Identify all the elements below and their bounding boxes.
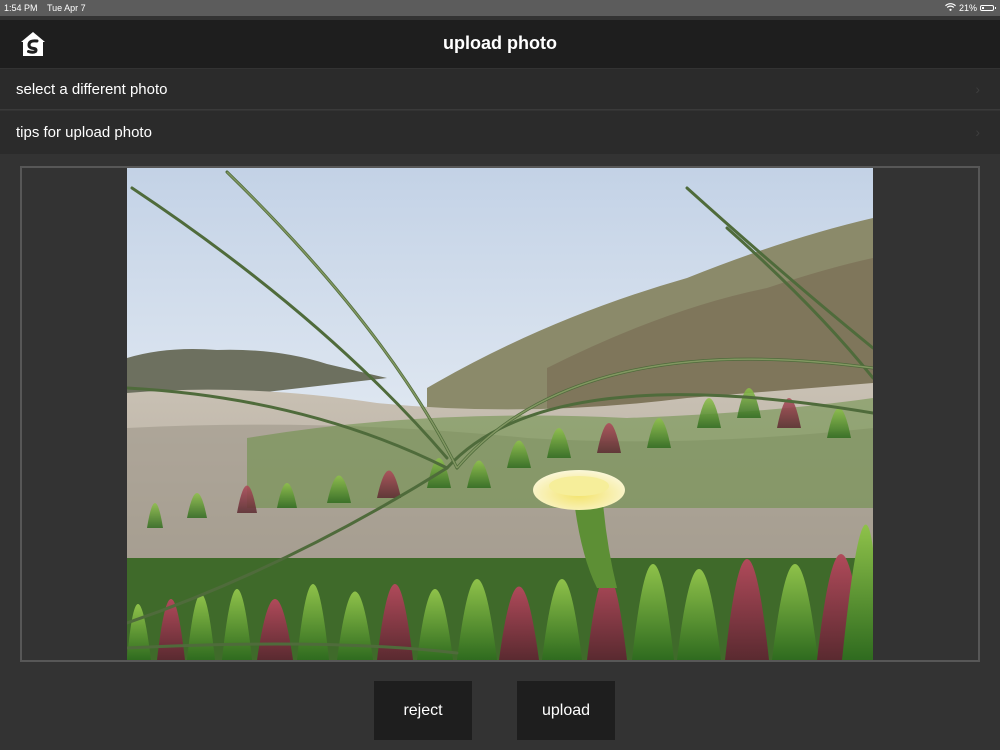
photo-preview	[127, 168, 873, 660]
battery-percent: 21%	[958, 3, 977, 13]
reject-button[interactable]: reject	[374, 681, 472, 740]
upload-photo-screen: 1:54 PM Tue Apr 7 21% upload photo selec…	[0, 0, 1000, 750]
chevron-right-icon: ›	[975, 124, 980, 140]
wifi-icon	[945, 0, 956, 16]
nav-bar: upload photo	[0, 20, 1000, 68]
upload-button[interactable]: upload	[517, 681, 615, 740]
battery-icon	[980, 5, 996, 11]
row-label: select a different photo	[16, 81, 168, 98]
page-title: upload photo	[443, 33, 557, 53]
chevron-right-icon: ›	[975, 81, 980, 97]
row-label: tips for upload photo	[16, 124, 152, 141]
status-time: 1:54 PM	[4, 3, 38, 13]
status-date: Tue Apr 7	[47, 3, 86, 13]
battery-fill	[982, 7, 984, 9]
tips-upload-photo-row[interactable]: tips for upload photo ›	[0, 111, 1000, 154]
select-different-photo-row[interactable]: select a different photo ›	[0, 69, 1000, 110]
status-indicators: 21%	[945, 0, 996, 16]
status-bar: 1:54 PM Tue Apr 7 21%	[0, 0, 1000, 16]
